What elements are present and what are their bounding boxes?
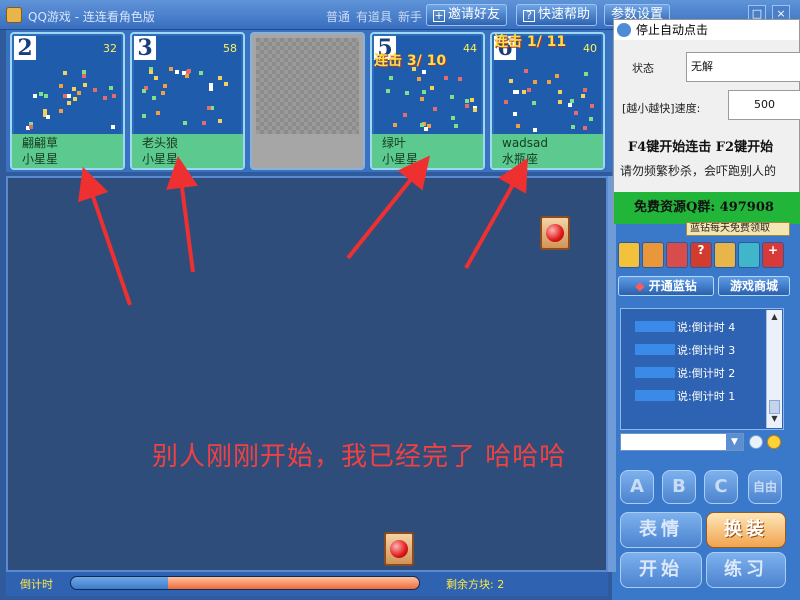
blue-diamond-tooltip: 蓝钻每天免费领取 [686,222,790,236]
timer-bar: 倒计时 剩余方块: 2 [6,572,608,596]
expression-button[interactable]: 表情 [620,512,702,548]
helper-title-bar[interactable]: 停止自动点击 [614,20,799,40]
timer-elapsed [71,577,168,589]
speed-label: [越小越快]速度: [622,102,701,115]
auto-click-helper-window: 停止自动点击 状态 无解 [越小越快]速度: 500 F4键开始连击 F2键开始… [613,19,800,224]
remaining-blocks: 剩余方块: 2 [446,578,505,591]
chat-username [635,367,675,378]
custom-chat-button[interactable]: 自由人 [748,470,782,526]
scroll-up-icon[interactable]: ▲ [769,312,780,324]
scroll-thumb[interactable] [769,400,780,414]
chat-line: 说:倒计时 3 [635,342,735,358]
timer-label: 倒计时 [20,578,53,591]
annotation-arrow [346,155,430,260]
quick-chat-a-button[interactable]: A [620,470,654,504]
helper-title: 停止自动点击 [636,23,709,37]
quick-chat-b-button[interactable]: B [662,470,696,504]
chat-username [635,321,675,332]
open-blue-diamond-button[interactable]: ◆ 开通蓝钻 [618,276,714,296]
bell-icon[interactable] [618,242,640,268]
chat-line: 说:倒计时 2 [635,365,735,381]
status-field: 无解 [686,52,800,82]
game-shop-button[interactable]: 游戏商城 [718,276,790,296]
change-outfit-button[interactable]: 换装 [706,512,786,548]
chat-line: 说:倒计时 1 [635,388,735,404]
chat-log: 说:倒计时 4 说:倒计时 3 说:倒计时 2 说:倒计时 1 [620,308,784,430]
annotation-arrow [464,158,528,269]
qq-group-banner[interactable]: 免费资源Q群: 497908 [614,192,800,224]
scroll-icon[interactable] [642,242,664,268]
timer-progress [70,576,420,590]
scroll-down-icon[interactable]: ▼ [769,414,780,426]
jester-icon[interactable] [666,242,688,268]
emoticon-icon[interactable] [749,435,763,449]
potion-icon[interactable] [738,242,760,268]
timer-remaining [168,577,419,589]
tool-icon-row: ? + [616,242,786,270]
annotation-arrow [166,156,198,273]
status-label: 状态 [632,62,654,75]
smiley-icon[interactable] [767,435,781,449]
chevron-down-icon[interactable]: ▼ [726,434,743,450]
hotkey-hint: F4键开始连击 F2键开始 [628,140,774,155]
practice-button[interactable]: 练习 [706,552,786,588]
question-icon[interactable]: ? [690,242,712,268]
quick-chat-c-button[interactable]: C [704,470,738,504]
chat-username [635,390,675,401]
diamond-icon: ◆ [635,279,645,293]
chat-username [635,344,675,355]
chat-scrollbar[interactable]: ▲ ▼ [766,310,782,428]
annotation-arrow [78,166,132,306]
hammer-icon[interactable] [714,242,736,268]
star-icon [617,23,631,37]
start-button[interactable]: 开始 [620,552,702,588]
plus-icon[interactable]: + [762,242,784,268]
chat-line: 说:倒计时 4 [635,319,735,335]
speed-input[interactable]: 500 [728,90,800,120]
warning-text: 请勿频繁秒杀，会吓跑别人的 [620,164,777,178]
